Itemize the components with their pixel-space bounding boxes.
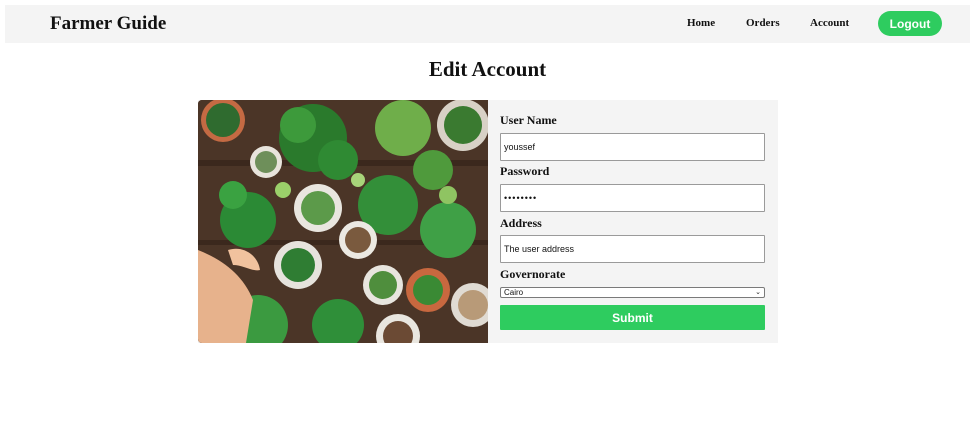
governorate-select[interactable]: Cairo ⌄ bbox=[500, 287, 765, 298]
username-input[interactable] bbox=[500, 133, 765, 161]
password-input[interactable] bbox=[500, 184, 765, 212]
logout-button[interactable]: Logout bbox=[878, 11, 942, 36]
address-label: Address bbox=[500, 216, 542, 230]
edit-account-form: User Name Password Address Governorate C… bbox=[500, 100, 766, 343]
plant-photo-illustration bbox=[198, 100, 488, 343]
nav-link-account[interactable]: Account bbox=[810, 17, 849, 29]
governorate-label: Governorate bbox=[500, 267, 566, 281]
nav-link-orders[interactable]: Orders bbox=[746, 17, 780, 29]
governorate-selected-value: Cairo bbox=[504, 288, 524, 297]
chevron-down-icon: ⌄ bbox=[755, 289, 761, 296]
brand-logo-text[interactable]: Farmer Guide bbox=[50, 13, 166, 35]
page-title: Edit Account bbox=[428, 57, 547, 81]
nav-link-home[interactable]: Home bbox=[687, 17, 715, 29]
address-input[interactable] bbox=[500, 235, 765, 263]
password-label: Password bbox=[500, 164, 550, 178]
username-label: User Name bbox=[500, 113, 557, 127]
plant-photo bbox=[198, 100, 488, 343]
top-navbar: Farmer Guide Home Orders Account Logout bbox=[5, 5, 970, 43]
edit-account-card: User Name Password Address Governorate C… bbox=[198, 100, 778, 343]
submit-button[interactable]: Submit bbox=[500, 305, 765, 330]
